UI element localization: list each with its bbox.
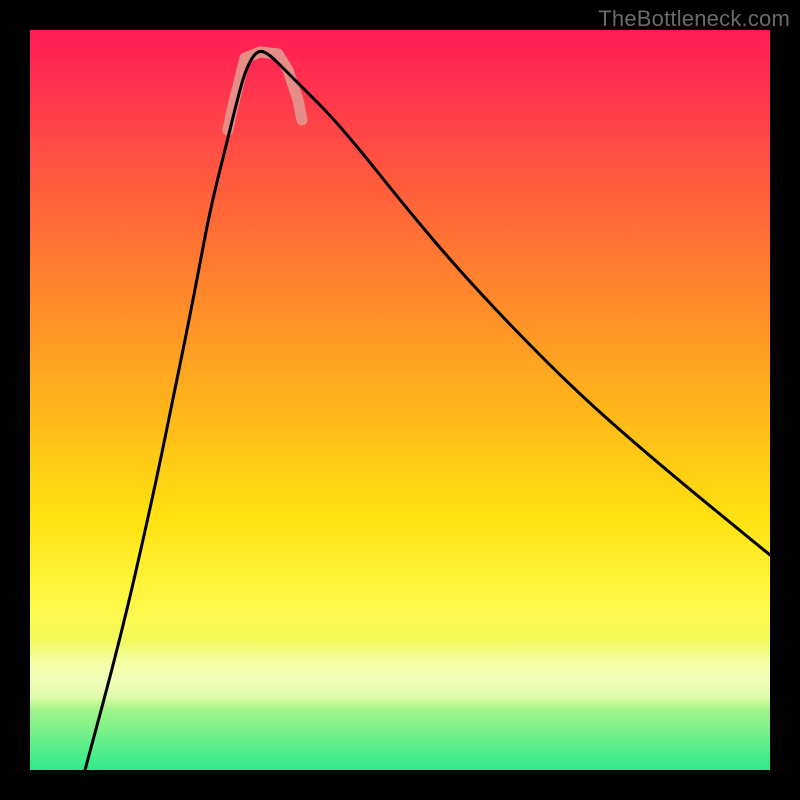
- highlight-band: [30, 640, 770, 710]
- attribution-label: TheBottleneck.com: [598, 6, 790, 32]
- valley-marker: [228, 52, 302, 130]
- bottleneck-curve: [85, 51, 770, 770]
- chart-stage: TheBottleneck.com: [0, 0, 800, 800]
- plot-area: [30, 30, 770, 770]
- curve-layer: [30, 30, 770, 770]
